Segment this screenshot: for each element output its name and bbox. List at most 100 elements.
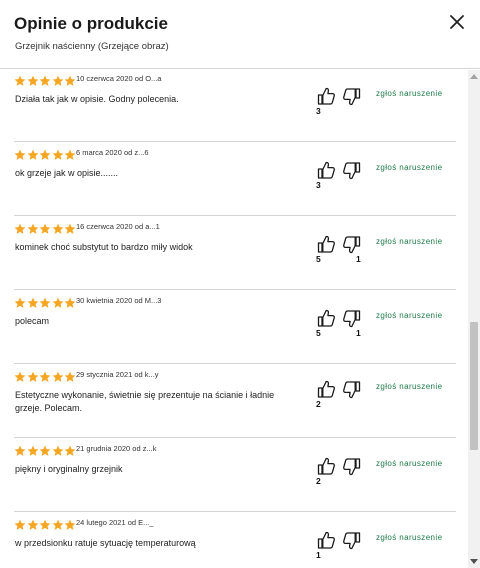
review-item: 6 marca 2020 od z...6 ok grzeje jak w opi… [14, 142, 456, 216]
star-icon [27, 75, 38, 86]
review-meta: 6 marca 2020 od z...6 [76, 148, 149, 157]
star-icon [64, 297, 76, 308]
star-rating [14, 75, 77, 87]
report-link[interactable]: zgłoś naruszenie [376, 459, 442, 468]
review-meta: 24 lutego 2021 od E..._ [76, 518, 154, 527]
star-icon [64, 445, 76, 456]
review-text: kominek choć substytut to bardzo miły wi… [15, 242, 193, 252]
scroll-down-arrow-icon[interactable] [470, 559, 478, 564]
star-icon [52, 149, 63, 160]
thumbs-up-icon[interactable] [316, 379, 336, 399]
star-icon [27, 149, 38, 160]
star-icon [27, 519, 38, 530]
thumbs-down-icon[interactable] [342, 87, 362, 107]
star-icon [14, 149, 26, 160]
review-text: Estetyczne wykonanie, świetnie się preze… [15, 390, 275, 413]
star-icon [39, 445, 51, 456]
scrollbar-thumb[interactable] [470, 322, 478, 450]
star-icon [64, 223, 76, 234]
thumbs-up-icon[interactable] [316, 234, 336, 254]
scroll-up-arrow-icon[interactable] [470, 74, 478, 79]
star-icon [52, 297, 63, 308]
star-icon [14, 445, 26, 456]
star-icon [39, 149, 51, 160]
star-icon [14, 371, 26, 382]
thumbs-down-icon[interactable] [342, 531, 362, 551]
thumbs-down-icon[interactable] [342, 309, 362, 329]
dialog-header: Opinie o produkcie Grzejnik naścienny (G… [0, 0, 480, 69]
review-text: ok grzeje jak w opisie....... [15, 168, 119, 178]
like-count: 1 [316, 550, 321, 560]
review-text: Działa tak jak w opisie. Godny polecenia… [15, 94, 179, 104]
dialog-title: Opinie o produkcie [14, 14, 168, 33]
review-item: 29 stycznia 2021 od k...y Estetyczne wyko… [14, 364, 456, 438]
star-icon [39, 223, 51, 234]
star-rating [14, 149, 77, 161]
star-icon [52, 519, 63, 530]
report-link[interactable]: zgłoś naruszenie [376, 311, 442, 320]
thumbs-down-icon[interactable] [342, 161, 362, 181]
scrollbar[interactable] [468, 70, 480, 568]
star-icon [39, 371, 51, 382]
star-icon [39, 519, 51, 530]
star-icon [14, 297, 26, 308]
review-text: w przedsionku ratuje sytuację temperatur… [15, 538, 196, 548]
star-icon [27, 371, 38, 382]
thumbs-down-icon[interactable] [342, 235, 362, 255]
product-name: Grzejnik naścienny (Grzejące obraz) [15, 41, 169, 52]
star-rating [14, 445, 77, 457]
thumbs-up-icon[interactable] [316, 160, 336, 180]
review-text: polecam [15, 316, 50, 326]
star-icon [52, 371, 63, 382]
star-icon [64, 371, 76, 382]
thumbs-down-icon[interactable] [342, 457, 362, 477]
like-count: 5 [316, 328, 321, 338]
thumbs-down-icon[interactable] [342, 380, 362, 400]
thumbs-up-icon[interactable] [316, 308, 336, 328]
star-icon [52, 223, 63, 234]
thumbs-up-icon[interactable] [316, 86, 336, 106]
like-count: 2 [316, 399, 321, 409]
review-item: 30 kwietnia 2020 od M...3 polecam 5 1 zgłoś … [14, 290, 456, 364]
star-icon [52, 75, 63, 86]
star-rating [14, 371, 77, 383]
star-rating [14, 519, 77, 531]
dislike-count: 1 [356, 328, 361, 338]
star-icon [39, 297, 51, 308]
star-rating [14, 297, 77, 309]
review-item: 21 grudnia 2020 od z...k piękny i orygina… [14, 438, 456, 512]
star-rating [14, 223, 77, 235]
report-link[interactable]: zgłoś naruszenie [376, 237, 442, 246]
star-icon [27, 445, 38, 456]
star-icon [64, 149, 76, 160]
close-icon[interactable] [448, 13, 466, 31]
review-meta: 29 stycznia 2021 od k...y [76, 370, 159, 379]
review-meta: 21 grudnia 2020 od z...k [76, 444, 157, 453]
review-meta: 10 czerwca 2020 od O...a [76, 74, 162, 83]
thumbs-up-icon[interactable] [316, 456, 336, 476]
like-count: 3 [316, 106, 321, 116]
review-item: 24 lutego 2021 od E..._w przedsionku rat… [14, 512, 456, 568]
star-icon [52, 445, 63, 456]
star-icon [14, 519, 26, 530]
dislike-count: 1 [356, 254, 361, 264]
star-icon [39, 75, 51, 86]
report-link[interactable]: zgłoś naruszenie [376, 533, 442, 542]
report-link[interactable]: zgłoś naruszenie [376, 382, 442, 391]
star-icon [14, 223, 26, 234]
review-text: piękny i oryginalny grzejnik [15, 464, 123, 474]
review-list[interactable]: 10 czerwca 2020 od O...a Działa tak jak w… [0, 70, 468, 568]
star-icon [64, 519, 76, 530]
thumbs-up-icon[interactable] [316, 530, 336, 550]
review-meta: 16 czerwca 2020 od a...1 [76, 222, 160, 231]
review-item: 10 czerwca 2020 od O...a Działa tak jak w… [14, 70, 456, 142]
star-icon [27, 297, 38, 308]
star-icon [64, 75, 76, 86]
like-count: 3 [316, 180, 321, 190]
report-link[interactable]: zgłoś naruszenie [376, 89, 442, 98]
star-icon [14, 75, 26, 86]
like-count: 5 [316, 254, 321, 264]
like-count: 2 [316, 476, 321, 486]
report-link[interactable]: zgłoś naruszenie [376, 163, 442, 172]
review-meta: 30 kwietnia 2020 od M...3 [76, 296, 162, 305]
